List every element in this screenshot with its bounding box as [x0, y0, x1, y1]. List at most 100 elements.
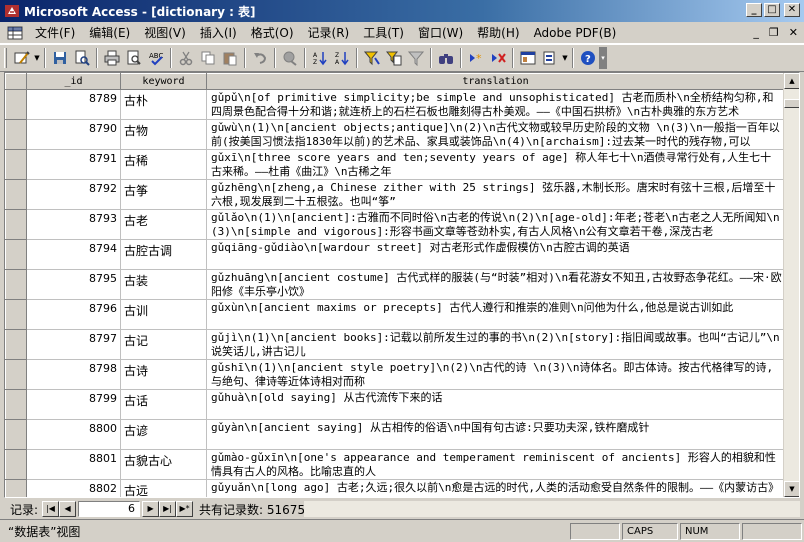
- cell-translation[interactable]: gǔjì\n(1)\n[ancient books]:记载以前所发生过的事的书\…: [206, 329, 785, 360]
- scroll-down-button[interactable]: ▼: [784, 481, 799, 497]
- record-number-input[interactable]: 6: [78, 501, 141, 517]
- menu-tools[interactable]: 工具(T): [356, 24, 411, 42]
- scroll-thumb[interactable]: [784, 99, 799, 108]
- table-row[interactable]: 8789 古朴 gǔpǔ\n[of primitive simplicity;be …: [5, 89, 785, 120]
- delete-record-button[interactable]: [487, 47, 509, 69]
- cell-translation[interactable]: gǔxī\n[three score years and ten;seventy…: [206, 149, 785, 180]
- cell-keyword[interactable]: 古筝: [120, 179, 207, 210]
- cell-translation[interactable]: gǔyàn\n[ancient saying] 从古相传的俗语\n中国有句古谚:…: [206, 419, 785, 450]
- cell-translation[interactable]: gǔlǎo\n(1)\n[ancient]:古雅而不同时俗\n古老的传说\n(2…: [206, 209, 785, 240]
- cell-translation[interactable]: gǔshī\n(1)\n[ancient style poetry]\n(2)\…: [206, 359, 785, 390]
- new-record-button[interactable]: *: [465, 47, 487, 69]
- cell-id[interactable]: 8797: [26, 329, 121, 360]
- cell-id[interactable]: 8793: [26, 209, 121, 240]
- cut-button[interactable]: [175, 47, 197, 69]
- table-row[interactable]: 8800 古谚 gǔyàn\n[ancient saying] 从古相传的俗语\n中…: [5, 419, 785, 450]
- cell-translation[interactable]: gǔqiāng-gǔdiào\n[wardour street] 对古老形式作虚…: [206, 239, 785, 270]
- minimize-button[interactable]: _: [746, 3, 762, 17]
- menu-window[interactable]: 窗口(W): [411, 24, 470, 42]
- design-view-button[interactable]: [11, 47, 33, 69]
- cell-id[interactable]: 8802: [26, 479, 121, 497]
- cell-translation[interactable]: gǔzhēng\n[zheng,a Chinese zither with 25…: [206, 179, 785, 210]
- table-row[interactable]: 8796 古训 gǔxùn\n[ancient maxims or precepts…: [5, 299, 785, 330]
- vertical-scrollbar[interactable]: ▲ ▼: [783, 73, 799, 497]
- column-header-translation[interactable]: translation: [206, 73, 785, 90]
- copy-button[interactable]: [197, 47, 219, 69]
- new-record-nav-button[interactable]: ▶*: [176, 501, 194, 517]
- table-row[interactable]: 8791 古稀 gǔxī\n[three score years and ten;s…: [5, 149, 785, 180]
- help-button[interactable]: ?: [577, 47, 599, 69]
- cell-id[interactable]: 8790: [26, 119, 121, 150]
- cell-id[interactable]: 8801: [26, 449, 121, 480]
- menu-format[interactable]: 格式(O): [244, 24, 301, 42]
- row-selector[interactable]: [5, 119, 27, 150]
- cell-keyword[interactable]: 古训: [120, 299, 207, 330]
- table-row[interactable]: 8801 古貌古心 gǔmào-gǔxīn\n[one's appearance a…: [5, 449, 785, 480]
- row-selector[interactable]: [5, 179, 27, 210]
- close-button[interactable]: ✕: [784, 3, 800, 17]
- toolbar-grip[interactable]: [4, 48, 7, 68]
- cell-translation[interactable]: gǔpǔ\n[of primitive simplicity;be simple…: [206, 89, 785, 120]
- row-selector[interactable]: [5, 239, 27, 270]
- print-preview-button[interactable]: [123, 47, 145, 69]
- menu-records[interactable]: 记录(R): [301, 24, 357, 42]
- database-window-button[interactable]: [517, 47, 539, 69]
- cell-keyword[interactable]: 古稀: [120, 149, 207, 180]
- cell-translation[interactable]: gǔyuǎn\n[long ago] 古老;久远;很久以前\n愈是古远的时代,人…: [206, 479, 785, 497]
- cell-translation[interactable]: gǔxùn\n[ancient maxims or precepts] 古代人遵…: [206, 299, 785, 330]
- sort-descending-button[interactable]: ZA: [331, 47, 353, 69]
- filter-by-form-button[interactable]: [383, 47, 405, 69]
- menu-insert[interactable]: 插入(I): [193, 24, 244, 42]
- view-dropdown-icon[interactable]: ▼: [33, 54, 41, 62]
- next-record-button[interactable]: ▶: [142, 501, 160, 517]
- row-selector[interactable]: [5, 209, 27, 240]
- horizontal-scrollbar[interactable]: [304, 501, 800, 517]
- spelling-button[interactable]: ABC: [145, 47, 167, 69]
- table-row[interactable]: 8794 古腔古调 gǔqiāng-gǔdiào\n[wardour street]…: [5, 239, 785, 270]
- new-object-button[interactable]: [539, 47, 561, 69]
- mdi-close-button[interactable]: ✕: [789, 26, 798, 39]
- cell-translation[interactable]: gǔzhuāng\n[ancient costume] 古代式样的服装(与“时装…: [206, 269, 785, 300]
- cell-id[interactable]: 8799: [26, 389, 121, 420]
- filter-by-selection-button[interactable]: [361, 47, 383, 69]
- menu-file[interactable]: 文件(F): [28, 24, 82, 42]
- cell-keyword[interactable]: 古谚: [120, 419, 207, 450]
- cell-keyword[interactable]: 古记: [120, 329, 207, 360]
- toolbar-options-icon[interactable]: ▾: [599, 47, 607, 69]
- insert-hyperlink-button[interactable]: [279, 47, 301, 69]
- cell-id[interactable]: 8800: [26, 419, 121, 450]
- previous-record-button[interactable]: ◀: [59, 501, 77, 517]
- cell-keyword[interactable]: 古朴: [120, 89, 207, 120]
- cell-keyword[interactable]: 古貌古心: [120, 449, 207, 480]
- table-row[interactable]: 8793 古老 gǔlǎo\n(1)\n[ancient]:古雅而不同时俗\n古老的…: [5, 209, 785, 240]
- table-row[interactable]: 8799 古话 gǔhuà\n[old saying] 从古代流传下来的话: [5, 389, 785, 420]
- table-row[interactable]: 8798 古诗 gǔshī\n(1)\n[ancient style poetry]…: [5, 359, 785, 390]
- table-row[interactable]: 8790 古物 gǔwù\n(1)\n[ancient objects;antiqu…: [5, 119, 785, 150]
- menu-view[interactable]: 视图(V): [137, 24, 193, 42]
- maximize-button[interactable]: □: [764, 3, 780, 17]
- row-selector[interactable]: [5, 89, 27, 120]
- sort-ascending-button[interactable]: AZ: [309, 47, 331, 69]
- cell-translation[interactable]: gǔmào-gǔxīn\n[one's appearance and tempe…: [206, 449, 785, 480]
- datasheet-grid[interactable]: _id keyword translation 8789 古朴 gǔpǔ\n[of …: [4, 72, 800, 498]
- cell-keyword[interactable]: 古物: [120, 119, 207, 150]
- cell-id[interactable]: 8791: [26, 149, 121, 180]
- apply-filter-button[interactable]: [405, 47, 427, 69]
- row-selector[interactable]: [5, 149, 27, 180]
- print-button[interactable]: [101, 47, 123, 69]
- cell-translation[interactable]: gǔwù\n(1)\n[ancient objects;antique]\n(2…: [206, 119, 785, 150]
- row-selector[interactable]: [5, 299, 27, 330]
- save-button[interactable]: [49, 47, 71, 69]
- cell-keyword[interactable]: 古话: [120, 389, 207, 420]
- cell-translation[interactable]: gǔhuà\n[old saying] 从古代流传下来的话: [206, 389, 785, 420]
- file-search-button[interactable]: [71, 47, 93, 69]
- paste-button[interactable]: [219, 47, 241, 69]
- table-document-icon[interactable]: [6, 25, 24, 41]
- menu-edit[interactable]: 编辑(E): [82, 24, 137, 42]
- undo-button[interactable]: [249, 47, 271, 69]
- table-row[interactable]: 8797 古记 gǔjì\n(1)\n[ancient books]:记载以前所发生…: [5, 329, 785, 360]
- menu-help[interactable]: 帮助(H): [470, 24, 526, 42]
- access-key-icon[interactable]: [4, 3, 20, 19]
- table-row[interactable]: 8795 古装 gǔzhuāng\n[ancient costume] 古代式样的服…: [5, 269, 785, 300]
- cell-keyword[interactable]: 古诗: [120, 359, 207, 390]
